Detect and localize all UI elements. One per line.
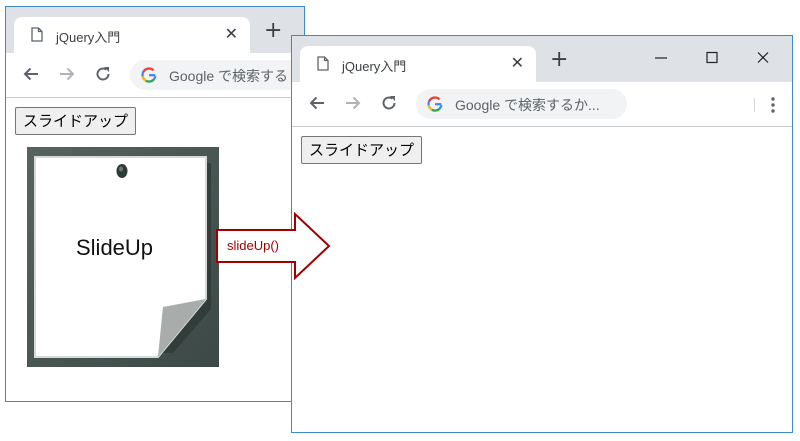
title-bar: jQuery入門 ✕ + bbox=[292, 36, 792, 82]
maximize-icon[interactable] bbox=[704, 50, 720, 64]
address-bar-placeholder: Google で検索する bbox=[169, 68, 289, 84]
title-bar: jQuery入門 ✕ + bbox=[6, 7, 304, 53]
new-tab-icon[interactable]: + bbox=[550, 49, 568, 71]
page-content: スライドアップ bbox=[292, 127, 792, 432]
tab-title: jQuery入門 bbox=[56, 30, 121, 45]
tab-title: jQuery入門 bbox=[342, 59, 407, 74]
tab-jquery[interactable]: jQuery入門 ✕ bbox=[14, 17, 250, 53]
page-icon bbox=[31, 27, 43, 46]
address-bar[interactable]: Google で検索するか... bbox=[416, 89, 627, 119]
arrow-label: slideUp() bbox=[227, 238, 280, 253]
browser-window-after: jQuery入門 ✕ + Google で検索するか... スライドアップ bbox=[291, 35, 793, 433]
slide-up-button[interactable]: スライドアップ bbox=[301, 136, 423, 164]
window-close-icon[interactable] bbox=[755, 50, 771, 64]
close-icon[interactable]: ✕ bbox=[511, 53, 524, 72]
back-arrow-icon[interactable] bbox=[22, 65, 40, 87]
reload-icon[interactable] bbox=[380, 94, 398, 116]
new-tab-icon[interactable]: + bbox=[264, 20, 282, 42]
toolbar: Google で検索する bbox=[6, 53, 304, 98]
back-arrow-icon[interactable] bbox=[308, 94, 326, 116]
forward-arrow-icon[interactable] bbox=[344, 94, 362, 116]
toolbar-divider bbox=[754, 98, 755, 112]
close-icon[interactable]: ✕ bbox=[225, 24, 238, 43]
google-g-icon bbox=[427, 96, 443, 116]
page-icon bbox=[317, 56, 329, 75]
note-label: SlideUp bbox=[76, 235, 154, 260]
google-g-icon bbox=[141, 67, 157, 87]
toolbar: Google で検索するか... bbox=[292, 82, 792, 127]
browser-window-before: jQuery入門 ✕ + Google で検索する スライドアップ SlideU… bbox=[5, 6, 305, 402]
tab-jquery[interactable]: jQuery入門 ✕ bbox=[300, 46, 536, 82]
note-image: SlideUp bbox=[27, 147, 219, 367]
minimize-icon[interactable] bbox=[653, 50, 669, 64]
transition-arrow: slideUp() bbox=[215, 211, 333, 284]
slide-up-button[interactable]: スライドアップ bbox=[15, 107, 137, 135]
address-bar-placeholder: Google で検索するか... bbox=[455, 97, 600, 113]
kebab-menu-icon[interactable] bbox=[770, 96, 776, 118]
address-bar[interactable]: Google で検索する bbox=[130, 60, 304, 90]
reload-icon[interactable] bbox=[94, 65, 112, 87]
forward-arrow-icon[interactable] bbox=[58, 65, 76, 87]
